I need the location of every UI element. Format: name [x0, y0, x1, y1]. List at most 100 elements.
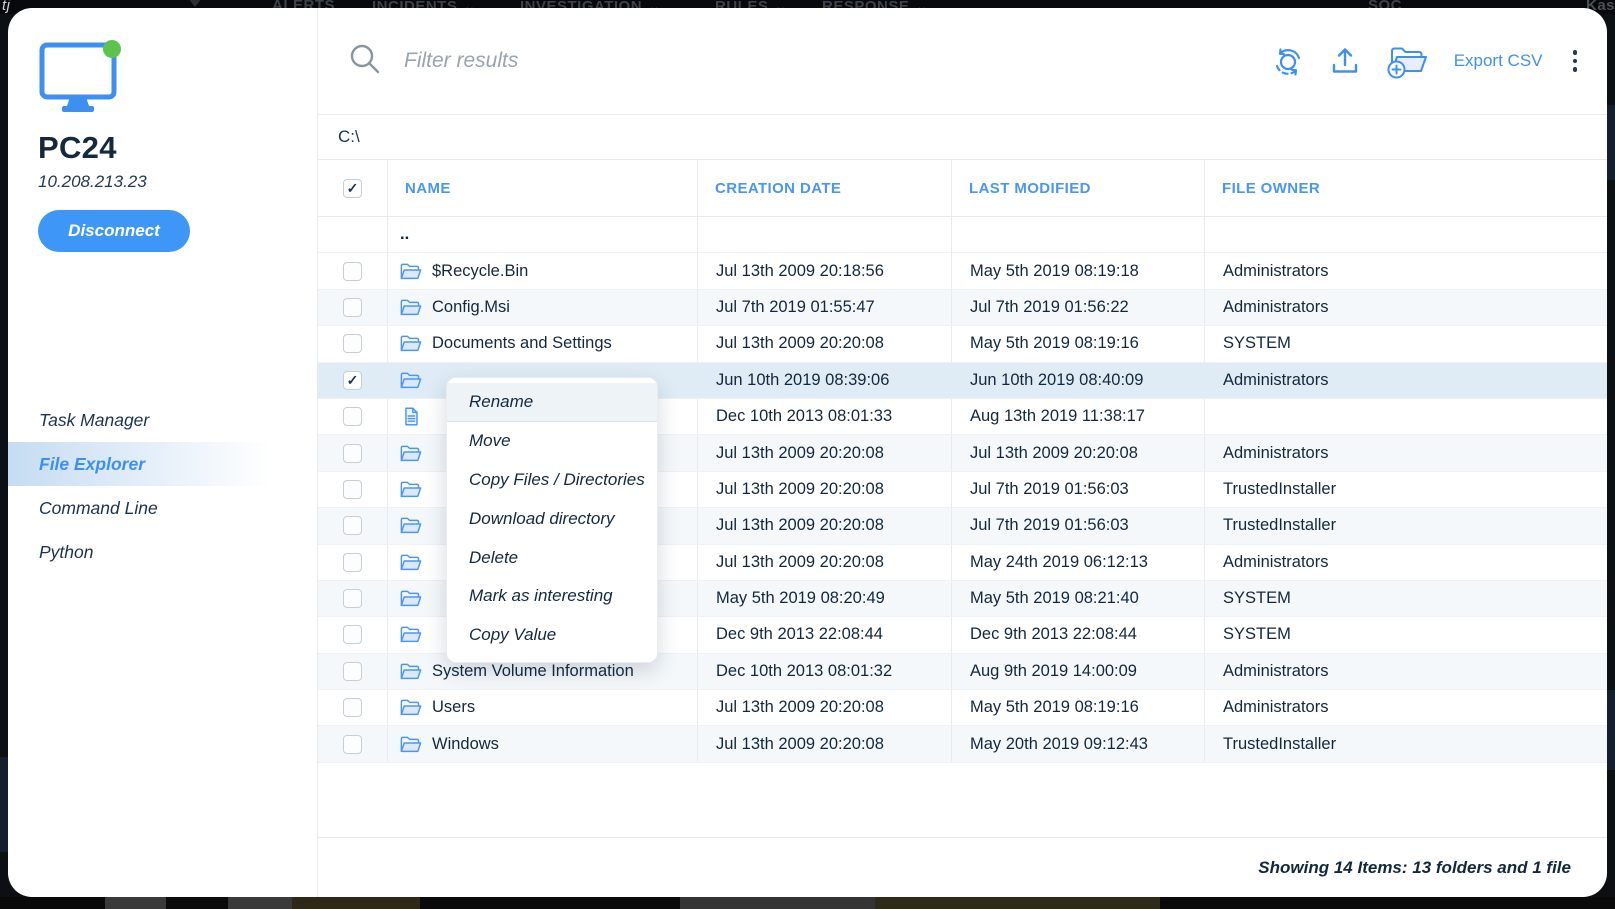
refresh-button[interactable] [1272, 45, 1304, 77]
new-folder-icon [1386, 43, 1428, 79]
screen: tj ALERTS INCIDENTS INVESTIGATION RULES … [0, 0, 1615, 909]
last-modified: Jul 7th 2019 01:56:03 [952, 480, 1129, 499]
file-owner: TrustedInstaller [1205, 735, 1336, 754]
creation-date: Dec 10th 2013 08:01:32 [698, 662, 892, 681]
taskbar-segment [875, 897, 1160, 909]
folder-icon [400, 662, 422, 681]
context-menu-item-mark-as-interesting[interactable]: Mark as interesting [447, 577, 657, 616]
upload-button[interactable] [1330, 45, 1360, 77]
context-menu-item-copy-value[interactable]: Copy Value [447, 616, 657, 655]
breadcrumb-path[interactable]: C:\ [338, 127, 360, 147]
file-name: $Recycle.Bin [432, 262, 528, 281]
background-fragment [1607, 105, 1615, 180]
sidebar-item-file-explorer[interactable]: File Explorer [8, 442, 317, 486]
host-name: PC24 [38, 130, 317, 166]
kebab-menu-icon[interactable] [1569, 48, 1582, 74]
sidebar-item-python[interactable]: Python [8, 530, 317, 574]
column-header-creation-date[interactable]: CREATION DATE [698, 160, 952, 216]
parent-dir-link[interactable]: .. [400, 225, 409, 244]
taskbar-segment [105, 897, 166, 909]
folder-icon [400, 553, 422, 572]
creation-date: Jul 13th 2009 20:20:08 [698, 334, 884, 353]
last-modified: May 5th 2019 08:19:18 [952, 262, 1139, 281]
file-name: Users [432, 698, 475, 717]
row-checkbox[interactable] [343, 698, 362, 717]
context-menu-item-copy-files[interactable]: Copy Files / Directories [447, 461, 657, 500]
row-checkbox[interactable] [343, 298, 362, 317]
creation-date: Dec 9th 2013 22:08:44 [698, 625, 883, 644]
last-modified: Aug 13th 2019 11:38:17 [952, 407, 1145, 426]
context-menu-item-move[interactable]: Move [447, 422, 657, 461]
monitor-icon [38, 40, 124, 112]
table-row[interactable]: Config.Msi Jul 7th 2019 01:55:47 Jul 7th… [318, 290, 1607, 326]
export-csv-button[interactable]: Export CSV [1454, 51, 1543, 71]
filter-input[interactable] [404, 49, 904, 73]
row-checkbox[interactable] [343, 589, 362, 608]
column-header-name[interactable]: NAME [388, 160, 698, 216]
file-owner: Administrators [1205, 371, 1328, 390]
folder-icon [400, 589, 422, 608]
row-checkbox[interactable] [343, 262, 362, 281]
folder-icon [400, 698, 422, 717]
table-header: NAME CREATION DATE LAST MODIFIED FILE OW… [318, 160, 1607, 217]
row-checkbox[interactable] [343, 662, 362, 681]
folder-icon [400, 298, 422, 317]
file-name: Windows [432, 735, 499, 754]
column-header-last-modified[interactable]: LAST MODIFIED [952, 160, 1205, 216]
creation-date: Jul 7th 2019 01:55:47 [698, 298, 875, 317]
row-checkbox[interactable] [343, 444, 362, 463]
file-icon [400, 407, 422, 426]
folder-icon [400, 371, 422, 390]
nav-fragment: tj [2, 0, 11, 14]
table-footer: Showing 14 Items: 13 folders and 1 file [318, 837, 1607, 897]
file-owner: SYSTEM [1205, 589, 1291, 608]
sidebar-item-task-manager[interactable]: Task Manager [8, 398, 317, 442]
last-modified: May 20th 2019 09:12:43 [952, 735, 1148, 754]
file-owner: SYSTEM [1205, 334, 1291, 353]
table-row[interactable]: Users Jul 13th 2009 20:20:08 May 5th 201… [318, 690, 1607, 726]
context-menu-item-download-directory[interactable]: Download directory [447, 499, 657, 538]
new-folder-button[interactable] [1386, 43, 1428, 79]
table-row[interactable]: $Recycle.Bin Jul 13th 2009 20:18:56 May … [318, 253, 1607, 289]
file-owner: Administrators [1205, 553, 1328, 572]
chevron-down-icon [188, 0, 202, 7]
row-checkbox[interactable] [343, 371, 362, 390]
row-checkbox[interactable] [343, 334, 362, 353]
toolbar: Export CSV [318, 8, 1607, 115]
folder-icon [400, 480, 422, 499]
table-row[interactable]: Windows Jul 13th 2009 20:20:08 May 20th … [318, 726, 1607, 762]
table-row[interactable]: Documents and Settings Jul 13th 2009 20:… [318, 326, 1607, 362]
items-summary: Showing 14 Items: 13 folders and 1 file [1258, 858, 1571, 878]
row-checkbox[interactable] [343, 625, 362, 644]
file-owner: Administrators [1205, 298, 1328, 317]
taskbar-segment [420, 897, 680, 909]
row-checkbox[interactable] [343, 553, 362, 572]
column-header-file-owner[interactable]: FILE OWNER [1205, 160, 1607, 216]
taskbar-segment [292, 897, 420, 909]
last-modified: Jun 10th 2019 08:40:09 [952, 371, 1143, 390]
file-owner: Administrators [1205, 262, 1328, 281]
context-menu-item-rename[interactable]: Rename [447, 383, 657, 422]
file-name: Documents and Settings [432, 334, 612, 353]
taskbar-segment [680, 897, 875, 909]
last-modified: May 5th 2019 08:19:16 [952, 334, 1139, 353]
row-checkbox[interactable] [343, 516, 362, 535]
row-checkbox[interactable] [343, 407, 362, 426]
row-checkbox[interactable] [343, 735, 362, 754]
select-all-checkbox[interactable] [343, 179, 362, 198]
folder-icon [400, 334, 422, 353]
creation-date: Jul 13th 2009 20:20:08 [698, 698, 884, 717]
folder-icon [400, 262, 422, 281]
taskbar-segment [166, 897, 228, 909]
creation-date: Dec 10th 2013 08:01:33 [698, 407, 892, 426]
creation-date: Jul 13th 2009 20:20:08 [698, 480, 884, 499]
file-name: Config.Msi [432, 298, 510, 317]
table-row-up[interactable]: .. [318, 217, 1607, 253]
context-menu-item-delete[interactable]: Delete [447, 538, 657, 577]
refresh-icon [1272, 45, 1304, 77]
sidebar-item-command-line[interactable]: Command Line [8, 486, 317, 530]
last-modified: May 24th 2019 06:12:13 [952, 553, 1148, 572]
row-checkbox[interactable] [343, 480, 362, 499]
folder-icon [400, 444, 422, 463]
disconnect-button[interactable]: Disconnect [38, 210, 190, 252]
